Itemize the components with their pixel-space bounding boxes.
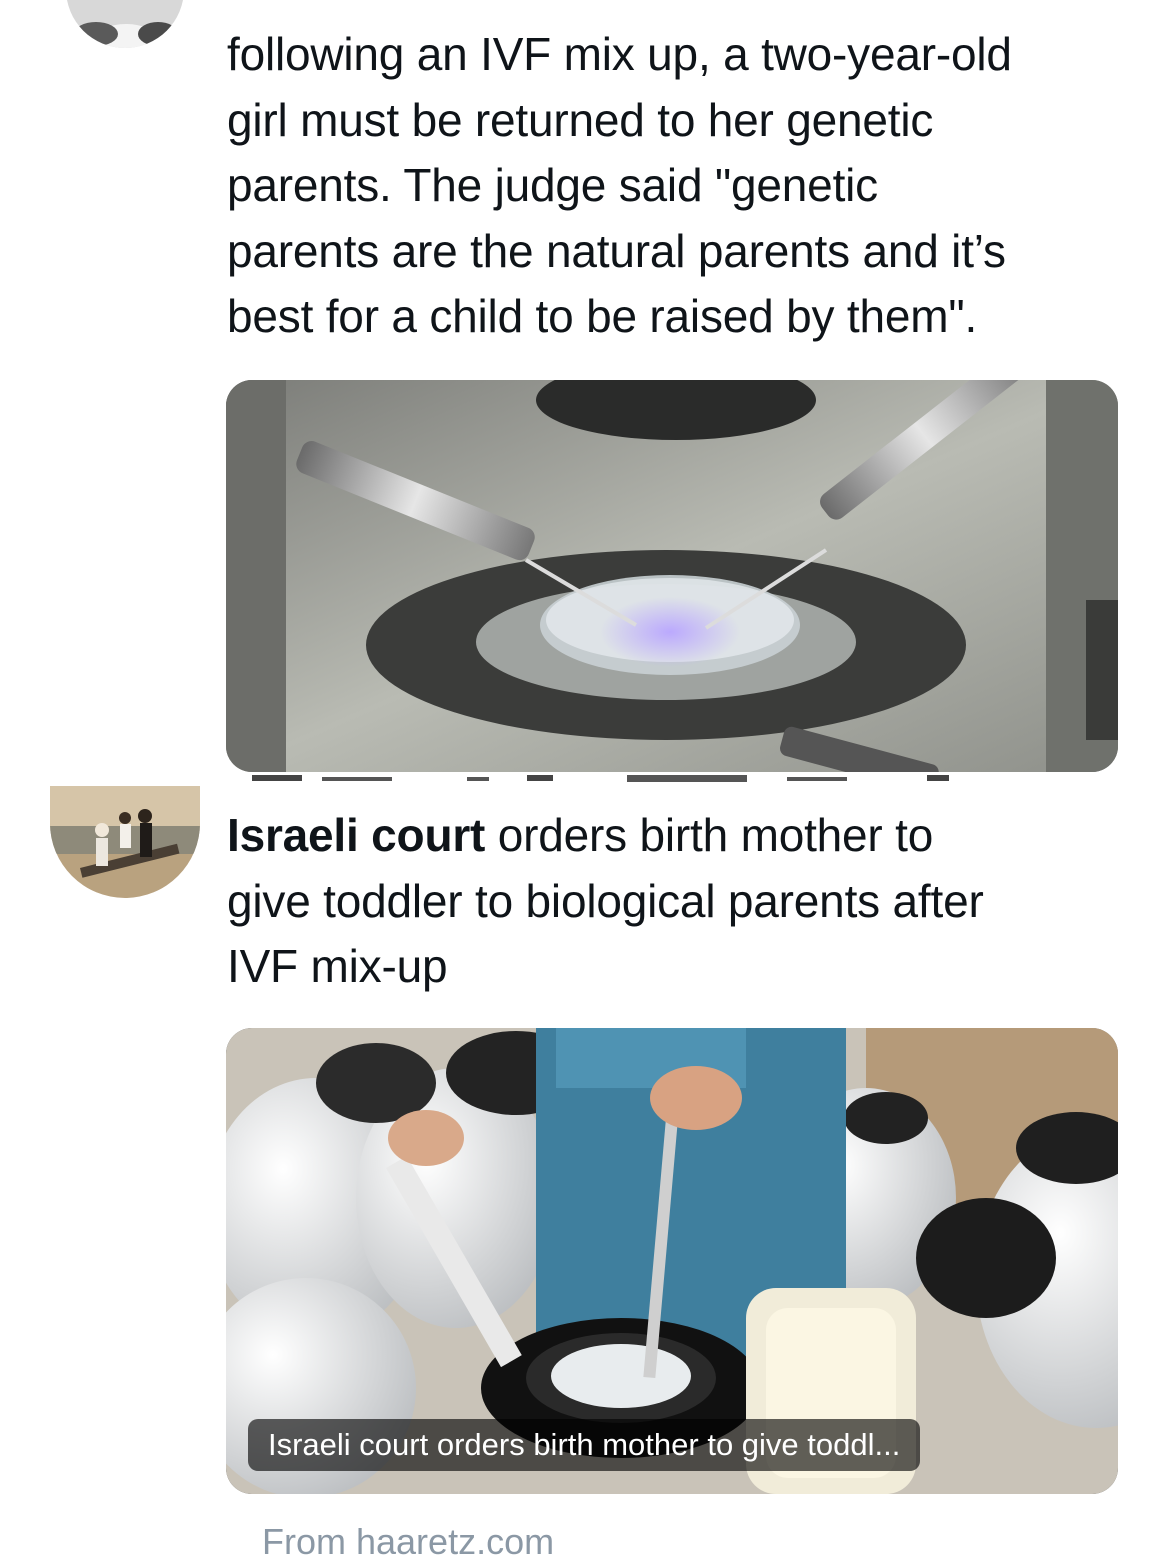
tweet-2-text: Israeli court orders birth mother to giv… [227,803,1137,1000]
tweet-1-image[interactable] [226,380,1118,772]
link-card-title[interactable]: Israeli court orders birth mother to giv… [248,1419,921,1471]
tweet-1-text: following an IVF mix up, a two-year-old … [227,28,1012,342]
link-card-source[interactable]: From haaretz.com [262,1512,554,1557]
tweet-2-user-row [227,772,987,782]
cut-text-remnant [252,775,949,782]
avatar-top-image [66,0,184,48]
avatar-beach-photo [50,786,200,898]
tweet-2-text-bold: Israeli court [227,809,486,861]
avatar-tweet-2[interactable] [50,786,200,898]
ivf-lab-photo-icon [226,380,1118,772]
avatar-top[interactable] [66,0,184,48]
